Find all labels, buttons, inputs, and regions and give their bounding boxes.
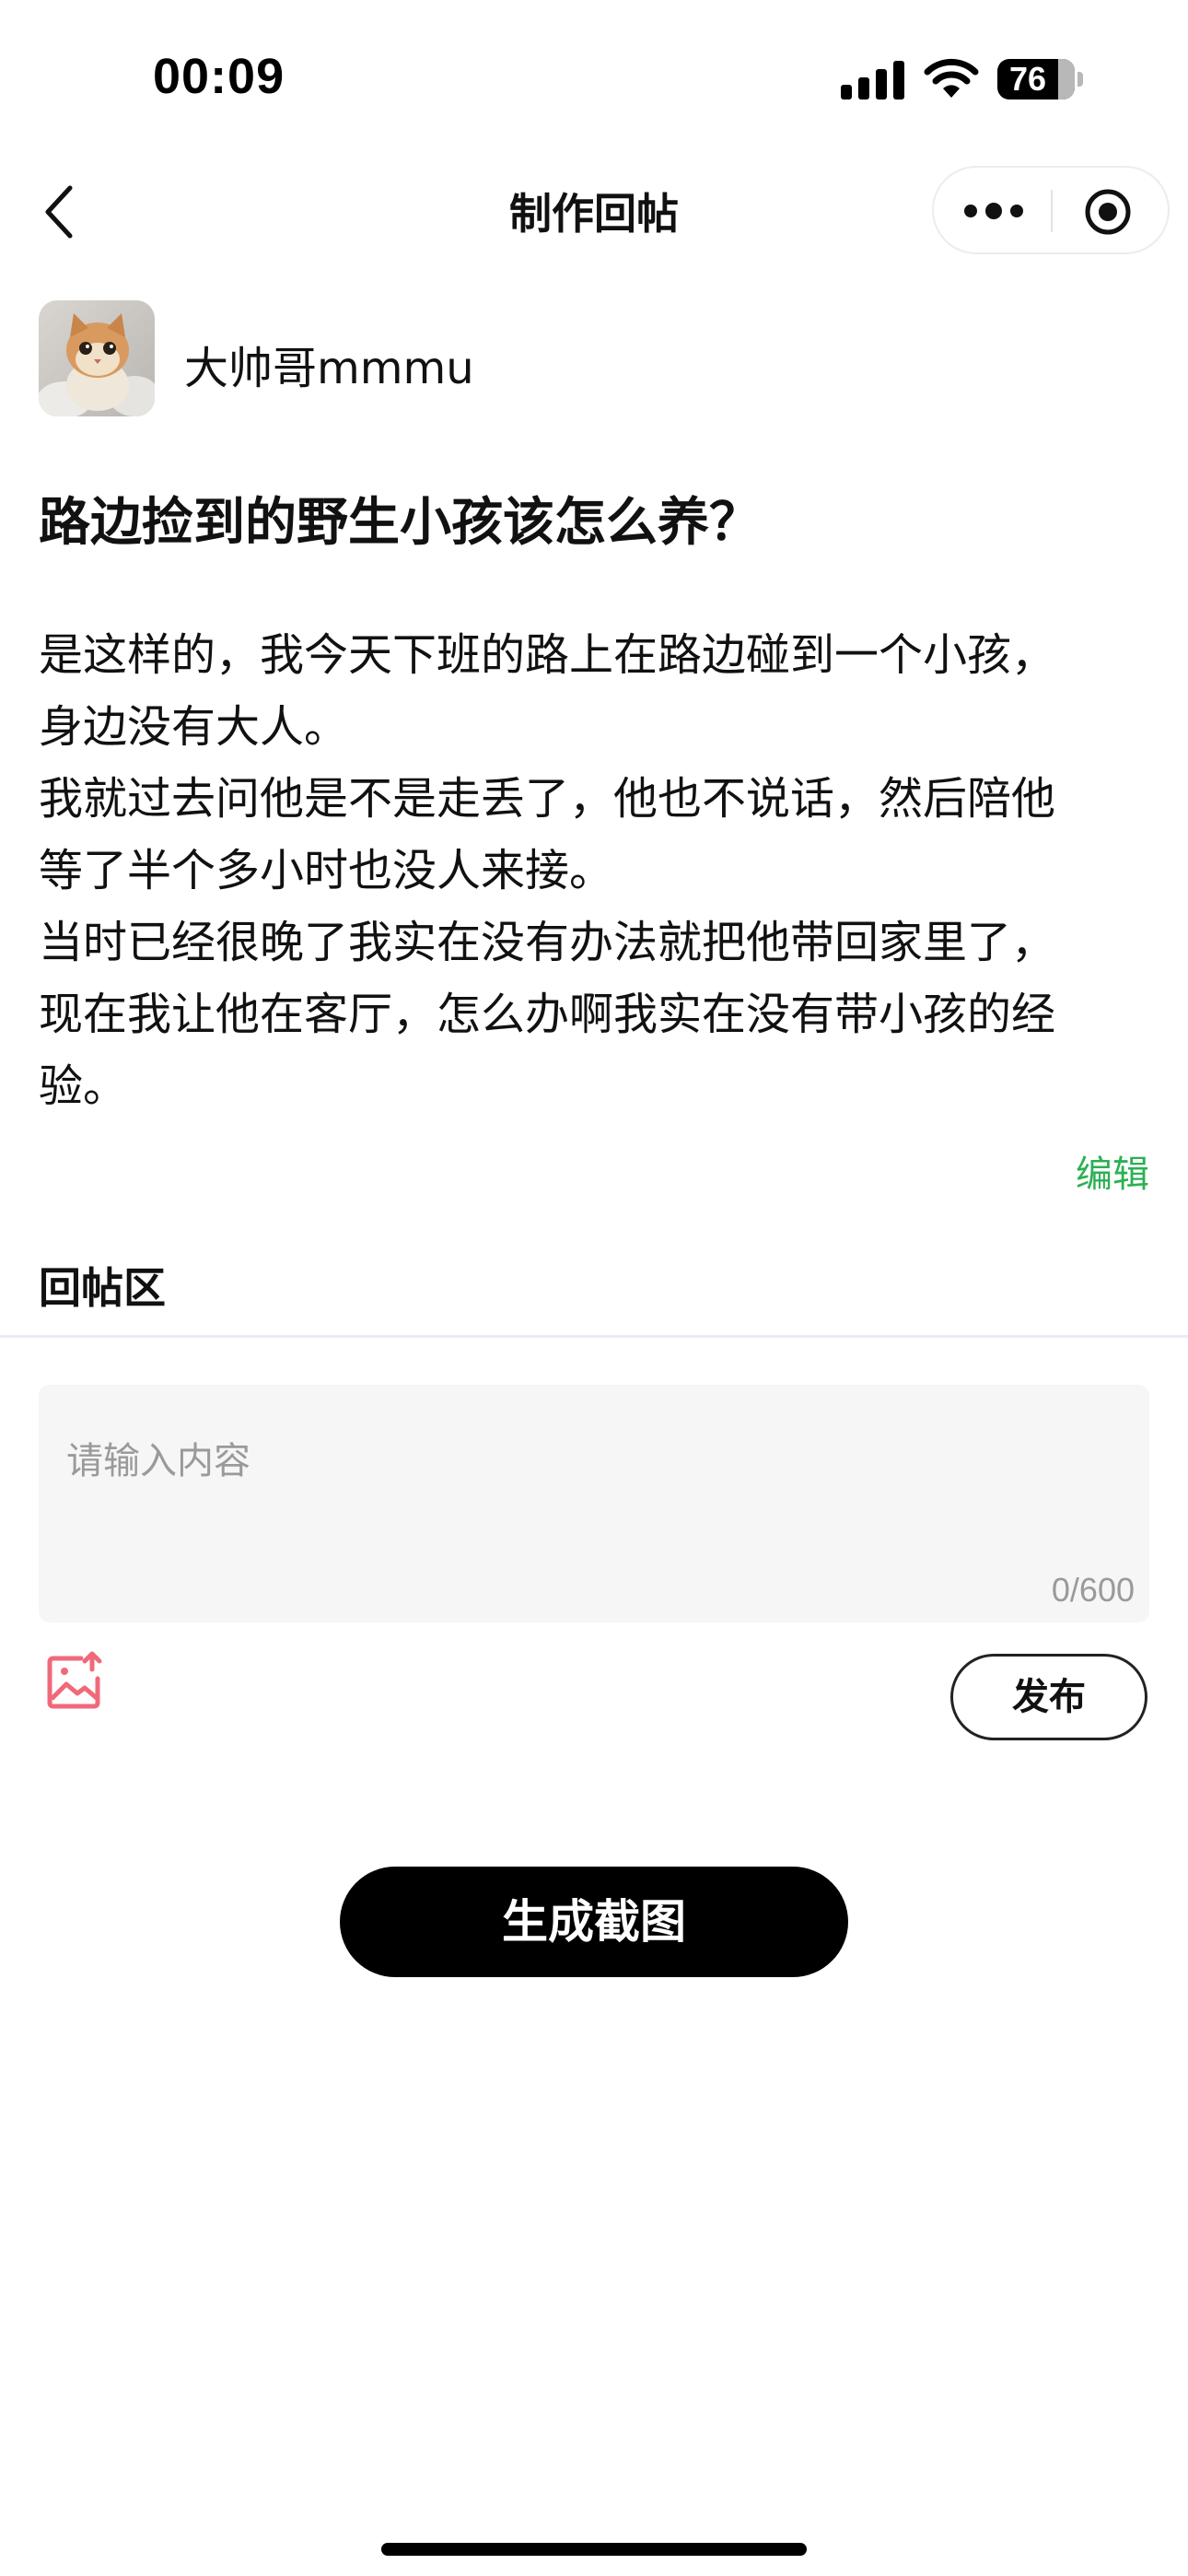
battery-level: 76	[1008, 60, 1047, 98]
status-bar: 00:09 76	[0, 0, 1188, 138]
section-divider	[0, 1335, 1188, 1338]
reply-placeholder: 请输入内容	[66, 1440, 250, 1482]
more-dots-icon[interactable]	[961, 195, 1026, 227]
target-circle-icon[interactable]	[1083, 187, 1133, 237]
battery-icon: 76	[997, 59, 1075, 100]
post-title: 路边捡到的野生小孩该怎么养？	[39, 493, 761, 553]
author-name: 大帅哥mmmu	[184, 343, 474, 394]
generate-screenshot-button[interactable]: 生成截图	[340, 1867, 848, 1977]
post-line: 验。	[39, 1060, 128, 1112]
battery-cap	[1077, 72, 1083, 87]
image-upload-icon[interactable]	[44, 1651, 105, 1712]
post-line: 我就过去问他是不是走丢了，他也不说话，然后陪他	[39, 773, 1056, 825]
post-line: 等了半个多小时也没人来接。	[39, 845, 614, 896]
status-time: 00:09	[153, 49, 285, 104]
reply-input[interactable]: 请输入内容 0/600	[39, 1385, 1149, 1622]
publish-button[interactable]: 发布	[950, 1654, 1147, 1740]
home-indicator	[381, 2543, 807, 2556]
avatar[interactable]	[39, 300, 155, 416]
kitten-avatar-icon	[39, 300, 155, 416]
char-counter: 0/600	[1051, 1571, 1135, 1609]
reply-section-title: 回帖区	[39, 1263, 166, 1313]
capsule-divider	[1051, 190, 1053, 232]
post-body: 是这样的，我今天下班的路上在路边碰到一个小孩， 身边没有大人。 我就过去问他是不…	[39, 619, 1153, 1122]
mini-program-capsule	[932, 166, 1170, 254]
wifi-icon	[924, 58, 979, 98]
edit-link[interactable]: 编辑	[1076, 1144, 1149, 1198]
post-line: 当时已经很晚了我实在没有办法就把他带回家里了，	[39, 917, 1056, 968]
post-line: 是这样的，我今天下班的路上在路边碰到一个小孩，	[39, 629, 1056, 681]
post-line: 现在我让他在客厅，怎么办啊我实在没有带小孩的经	[39, 989, 1056, 1040]
post-line: 身边没有大人。	[39, 701, 349, 753]
signal-icon	[841, 61, 904, 100]
